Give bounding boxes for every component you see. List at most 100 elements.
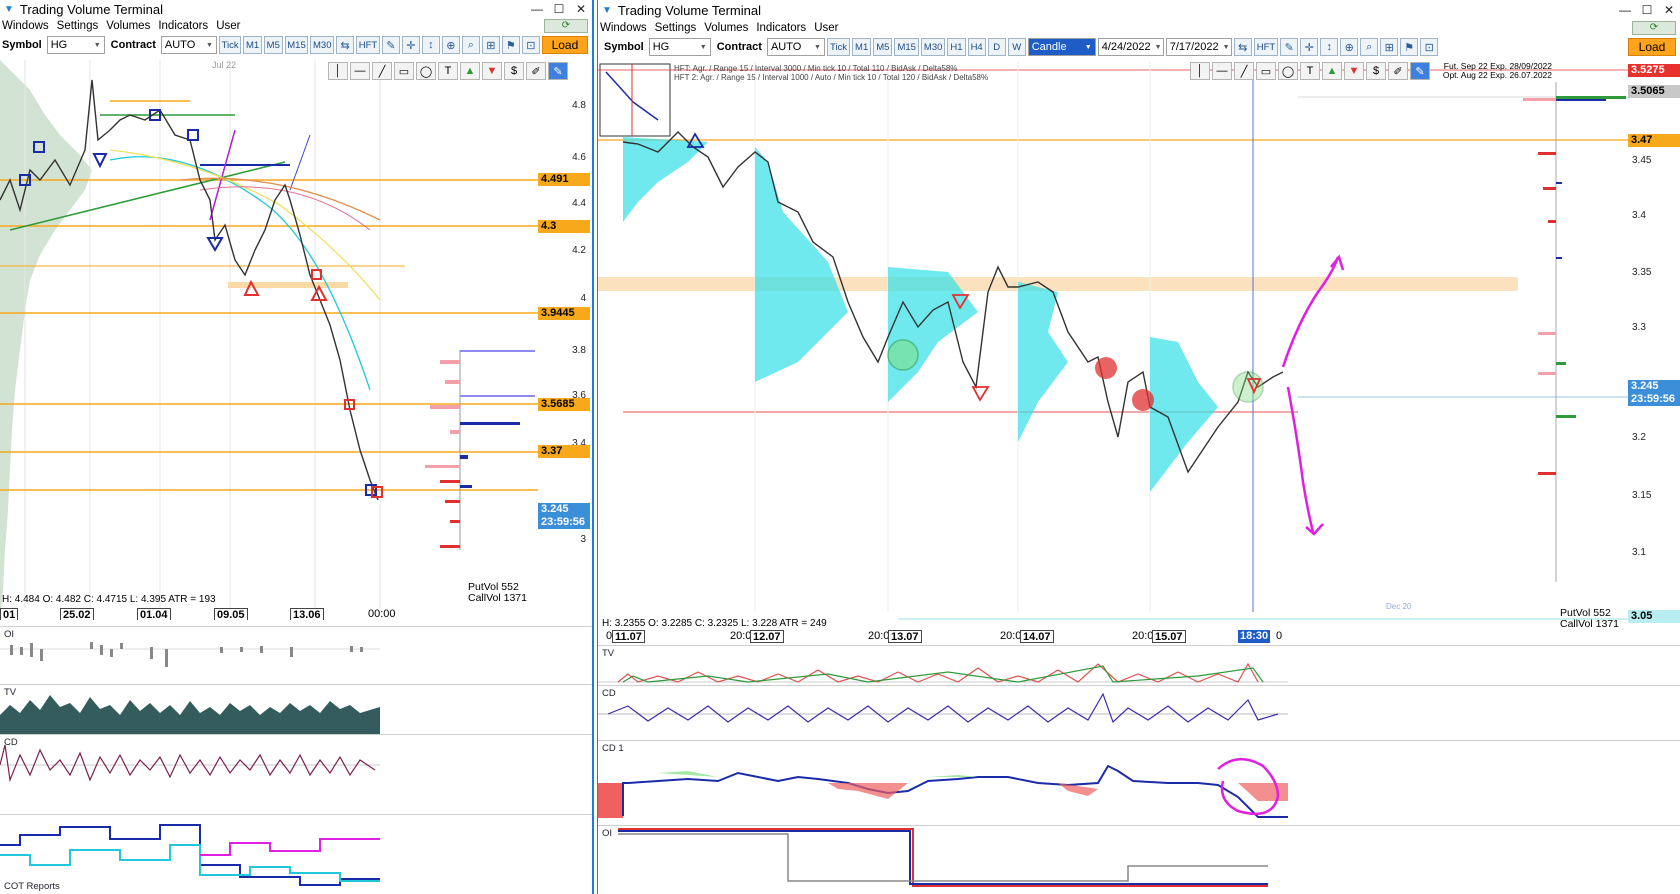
left-cd-panel[interactable]: CD: [0, 734, 592, 814]
left-tv-panel[interactable]: TV: [0, 684, 592, 734]
flag-icon[interactable]: ⚑: [1400, 38, 1419, 56]
flag-icon[interactable]: ⚑: [501, 36, 520, 54]
menu-user[interactable]: User: [216, 20, 240, 32]
hft-button[interactable]: HFT: [356, 36, 380, 54]
grid-icon[interactable]: ⊡: [1420, 38, 1439, 56]
menu-indicators[interactable]: Indicators: [756, 22, 806, 34]
arrow-down-icon[interactable]: ▼: [482, 62, 502, 80]
arrow-down-icon[interactable]: ▼: [1344, 62, 1364, 80]
right-cd-panel[interactable]: CD: [598, 685, 1680, 740]
left-oi-panel[interactable]: OI: [0, 626, 592, 684]
brush-icon[interactable]: ✐: [1388, 62, 1408, 80]
timeframe-m1[interactable]: M1: [243, 36, 262, 54]
trend-line-icon[interactable]: ╱: [372, 62, 392, 80]
symbol-select[interactable]: HG ▼: [46, 36, 105, 54]
timeframe-m15[interactable]: M15: [894, 38, 919, 56]
dollar-icon[interactable]: $: [1366, 62, 1386, 80]
dollar-icon[interactable]: $: [504, 62, 524, 80]
zoom-icon[interactable]: ⌕: [461, 36, 480, 54]
menu-settings[interactable]: Settings: [57, 20, 99, 32]
left-price-axis[interactable]: 4.8 4.6 4.4 4.2 4 3.8 3.6 3.4 3 4.491 4.…: [538, 60, 590, 608]
menu-volumes[interactable]: Volumes: [106, 20, 150, 32]
arrow-up-icon[interactable]: ▲: [1322, 62, 1342, 80]
vertical-line-icon[interactable]: │: [328, 62, 348, 80]
timeframe-tick[interactable]: Tick: [218, 36, 242, 54]
right-tv-panel[interactable]: TV: [598, 645, 1680, 685]
vertical-line-icon[interactable]: │: [1190, 62, 1210, 80]
date-from-select[interactable]: 4/24/2022 ▼: [1097, 38, 1164, 56]
timeframe-h4[interactable]: H4: [967, 38, 986, 56]
ellipse-icon[interactable]: ◯: [1278, 62, 1298, 80]
crosshair-icon[interactable]: ✛: [401, 36, 420, 54]
text-icon[interactable]: T: [1300, 62, 1320, 80]
minimize-button[interactable]: —: [1614, 3, 1636, 17]
sync-icon[interactable]: ⟳: [544, 19, 588, 33]
timeframe-m5[interactable]: M5: [873, 38, 893, 56]
close-button[interactable]: ✕: [570, 2, 592, 16]
ellipse-icon[interactable]: ◯: [416, 62, 436, 80]
horizontal-line-icon[interactable]: —: [350, 62, 370, 80]
tv-bars: [0, 695, 380, 734]
trend-line-icon[interactable]: ╱: [1234, 62, 1254, 80]
menu-volumes[interactable]: Volumes: [704, 22, 748, 34]
timeframe-w[interactable]: W: [1007, 38, 1026, 56]
menu-windows[interactable]: Windows: [600, 22, 647, 34]
rectangle-icon[interactable]: ▭: [1256, 62, 1276, 80]
timeframe-h1[interactable]: H1: [947, 38, 966, 56]
timeframe-m30[interactable]: M30: [310, 36, 335, 54]
minimize-button[interactable]: —: [526, 2, 548, 16]
rectangle-icon[interactable]: ▭: [394, 62, 414, 80]
timeframe-m30[interactable]: M30: [920, 38, 946, 56]
pen-icon[interactable]: ✎: [1280, 38, 1299, 56]
load-button[interactable]: Load: [541, 36, 588, 54]
close-button[interactable]: ✕: [1658, 3, 1680, 17]
text-icon[interactable]: T: [438, 62, 458, 80]
ruler-icon[interactable]: ⊞: [481, 36, 500, 54]
menu-windows[interactable]: Windows: [2, 20, 49, 32]
hft-button[interactable]: HFT: [1253, 38, 1279, 56]
move-icon[interactable]: ↕: [421, 36, 440, 54]
zoom-icon[interactable]: ⌕: [1360, 38, 1379, 56]
dec-label: Dec 20: [1386, 602, 1412, 611]
move-icon[interactable]: ↕: [1320, 38, 1339, 56]
contract-select[interactable]: AUTO ▼: [160, 36, 217, 54]
sync-icon[interactable]: ⟳: [1632, 21, 1676, 35]
timeframe-tick[interactable]: Tick: [826, 38, 851, 56]
palette-icon[interactable]: ✎: [1410, 62, 1430, 80]
target-icon[interactable]: ⊕: [441, 36, 460, 54]
pen-icon[interactable]: ✎: [381, 36, 400, 54]
maximize-button[interactable]: ☐: [548, 2, 570, 16]
menu-user[interactable]: User: [814, 22, 838, 34]
chart-type-select[interactable]: Candle ▼: [1027, 38, 1096, 56]
right-cd1-panel[interactable]: CD 1: [598, 740, 1680, 825]
palette-icon[interactable]: ✎: [548, 62, 568, 80]
options-expiry: Opt. Aug 22 Exp. 26.07.2022: [1442, 70, 1552, 80]
timeframe-m5[interactable]: M5: [263, 36, 283, 54]
right-oi-panel[interactable]: OI: [598, 825, 1680, 894]
arrow-up-icon[interactable]: ▲: [460, 62, 480, 80]
right-price-chart[interactable]: HFT: Agr. / Range 15 / Interval 3000 / M…: [598, 62, 1680, 636]
maximize-button[interactable]: ☐: [1636, 3, 1658, 17]
crosshair-icon[interactable]: ✛: [1300, 38, 1319, 56]
timeframe-m15[interactable]: M15: [284, 36, 309, 54]
menu-settings[interactable]: Settings: [655, 22, 697, 34]
grid-icon[interactable]: ⊡: [521, 36, 540, 54]
brush-icon[interactable]: ✐: [526, 62, 546, 80]
menu-indicators[interactable]: Indicators: [158, 20, 208, 32]
target-icon[interactable]: ⊕: [1340, 38, 1359, 56]
ruler-icon[interactable]: ⊞: [1380, 38, 1399, 56]
right-time-axis[interactable]: 0 11.07 20:0 12.07 20:0 13.07 20:0 14.07…: [598, 630, 1680, 644]
arrows-icon[interactable]: ⇆: [1233, 38, 1252, 56]
left-time-axis[interactable]: 01 25.02 01.04 09.05 13.06 00:00: [0, 608, 592, 620]
timeframe-d[interactable]: D: [987, 38, 1006, 56]
symbol-select[interactable]: HG ▼: [648, 38, 711, 56]
arrows-icon[interactable]: ⇆: [336, 36, 355, 54]
timeframe-m1[interactable]: M1: [852, 38, 872, 56]
left-cot-panel[interactable]: COT Reports: [0, 814, 592, 894]
date-to-select[interactable]: 7/17/2022 ▼: [1165, 38, 1232, 56]
contract-select[interactable]: AUTO ▼: [766, 38, 825, 56]
right-price-axis[interactable]: 3.5275 3.5065 3.47 3.45 3.4 3.35 3.3 3.2…: [1628, 62, 1680, 636]
left-price-chart[interactable]: 4.8 4.6 4.4 4.2 4 3.8 3.6 3.4 3 4.491 4.…: [0, 60, 592, 620]
horizontal-line-icon[interactable]: —: [1212, 62, 1232, 80]
load-button[interactable]: Load: [1628, 38, 1676, 56]
